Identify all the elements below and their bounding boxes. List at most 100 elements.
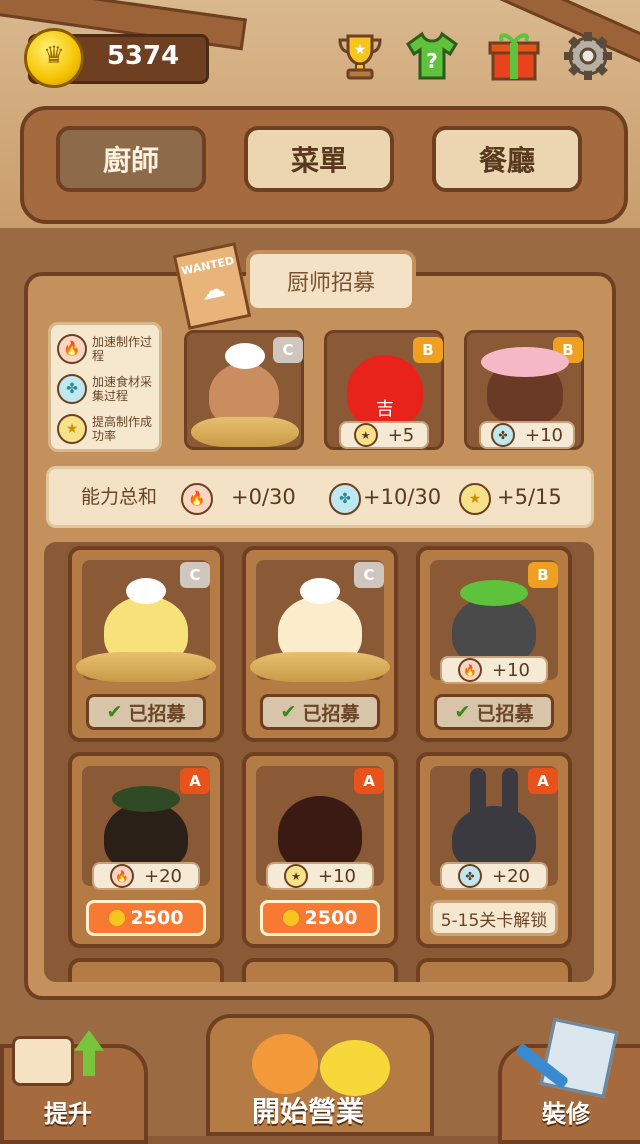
chef-card-3[interactable]: B 🔥 +10 ✔ 已招募 — [416, 546, 572, 742]
ability-fan-value: +10/30 — [363, 485, 442, 509]
bonus-tag: 🔥 +10 — [440, 656, 548, 684]
svg-text:?: ? — [426, 49, 438, 73]
coin-icon — [282, 910, 299, 926]
fan-icon: ✤ — [57, 374, 87, 404]
chef-card-2[interactable]: C ✔ 已招募 — [242, 546, 398, 742]
buy-button[interactable]: 2500 — [86, 900, 206, 936]
legend-fire-text: 加速制作过程 — [92, 335, 153, 363]
tab-menu[interactable]: 菜單 — [244, 126, 394, 192]
equipped-slot-3[interactable]: B ✤ +10 — [464, 330, 584, 450]
recruited-button[interactable]: ✔ 已招募 — [260, 694, 380, 730]
check-icon: ✔ — [280, 701, 297, 723]
legend-fan: ✤ 加速食材采集过程 — [57, 369, 161, 409]
daruma-chef-character: 吉 — [347, 355, 423, 427]
check-icon: ✔ — [106, 701, 123, 723]
tab-chef[interactable]: 廚師 — [56, 126, 206, 192]
gift-icon[interactable] — [486, 28, 542, 84]
chick-chef-yellow-icon — [320, 1040, 390, 1096]
frog-hat-icon — [460, 580, 528, 606]
fan-icon: ✤ — [458, 864, 482, 888]
equipped-slot-2[interactable]: B 吉 ★ +5 — [324, 330, 444, 450]
chef-card-4[interactable]: A 🔥 +20 2500 — [68, 752, 224, 948]
chef-hat-icon — [300, 578, 340, 604]
chef-card-1[interactable]: C ✔ 已招募 — [68, 546, 224, 742]
nest — [191, 417, 299, 447]
chef-grid[interactable]: C ✔ 已招募 C ✔ 已招募 B 🔥 +10 ✔ 已招募 A 🔥 +20 25… — [44, 542, 594, 982]
chef-card-5[interactable]: A ★ +10 2500 — [242, 752, 398, 948]
cake-icon — [12, 1036, 74, 1086]
blueprint-icon — [539, 1017, 619, 1099]
bonus-tag: ★ +5 — [339, 421, 429, 449]
buy-button[interactable]: 2500 — [260, 900, 380, 936]
star-icon: ★ — [284, 864, 308, 888]
ability-legend: 🔥 加速制作过程 ✤ 加速食材采集过程 ★ 提高制作成功率 — [48, 322, 162, 452]
recruited-label: 已招募 — [128, 702, 186, 725]
grade-badge: A — [354, 768, 384, 794]
grade-badge: B — [528, 562, 558, 588]
unlock-condition-button[interactable]: 5-15关卡解锁 — [430, 900, 558, 936]
chef-hat-icon — [225, 343, 265, 369]
equipped-slot-1[interactable]: C — [184, 330, 304, 450]
svg-text:★: ★ — [354, 42, 367, 58]
legend-star-text: 提高制作成功率 — [92, 415, 153, 443]
bonus-tag: 🔥 +20 — [92, 862, 200, 890]
ability-fire-value: +0/30 — [231, 485, 296, 509]
bunny-ear — [502, 768, 518, 818]
legend-fire: 🔥 加速制作过程 — [57, 329, 161, 369]
ability-star-value: +5/15 — [497, 485, 562, 509]
grade-badge: B — [413, 337, 443, 363]
bonus-tag: ★ +10 — [266, 862, 374, 890]
legend-fan-text: 加速食材采集过程 — [92, 375, 153, 403]
fire-icon: 🔥 — [57, 334, 87, 364]
bonus-tag: ✤ +10 — [479, 421, 575, 449]
frog-hat-icon — [112, 786, 180, 812]
nest — [250, 652, 390, 682]
bonus-value: +10 — [492, 659, 530, 681]
upgrade-button[interactable]: 提升 — [44, 1094, 92, 1129]
star-icon: ★ — [353, 423, 378, 447]
settings-gear-icon[interactable] — [560, 28, 616, 84]
shirt-question-icon[interactable]: ? — [404, 28, 460, 84]
locked-chef-silhouette — [278, 796, 362, 872]
start-business-button[interactable]: 開始營業 — [252, 1090, 364, 1130]
fire-icon: 🔥 — [458, 658, 482, 682]
trophy-icon[interactable]: ★ — [332, 28, 388, 84]
chef-card-7[interactable] — [68, 958, 224, 982]
chick-chef-orange-icon — [252, 1034, 318, 1094]
recruited-button[interactable]: ✔ 已招募 — [434, 694, 554, 730]
grade-badge: A — [528, 768, 558, 794]
ability-label: 能力总和 — [81, 486, 158, 508]
grade-badge: C — [354, 562, 384, 588]
fan-icon: ✤ — [329, 483, 361, 515]
bonus-value: +10 — [525, 424, 563, 446]
chef-card-8[interactable] — [242, 958, 398, 982]
star-icon: ★ — [459, 483, 491, 515]
bunny-ear — [470, 768, 486, 818]
grade-badge: C — [273, 337, 303, 363]
recruited-button[interactable]: ✔ 已招募 — [86, 694, 206, 730]
chef-hat-icon — [126, 578, 166, 604]
daruma-text: 吉 — [376, 399, 394, 420]
legend-star: ★ 提高制作成功率 — [57, 409, 161, 449]
recruited-label: 已招募 — [476, 702, 534, 725]
pink-hat-icon — [481, 347, 569, 377]
coin-count: 5374 — [106, 41, 180, 71]
chef-card-6[interactable]: A ✤ +20 5-15关卡解锁 — [416, 752, 572, 948]
bonus-value: +20 — [144, 865, 182, 887]
price-label: 2500 — [130, 907, 184, 929]
check-icon: ✔ — [454, 701, 471, 723]
recruit-title: 厨师招募 — [246, 250, 416, 312]
decorate-button[interactable]: 裝修 — [542, 1094, 590, 1129]
bonus-value: +10 — [318, 865, 356, 887]
recruited-label: 已招募 — [302, 702, 360, 725]
fire-icon: 🔥 — [110, 864, 134, 888]
chef-card-9[interactable] — [416, 958, 572, 982]
crown-coin-icon: ♛ — [24, 28, 84, 88]
bonus-value: +20 — [492, 865, 530, 887]
price-label: 2500 — [304, 907, 358, 929]
grade-badge: A — [180, 768, 210, 794]
nest — [76, 652, 216, 682]
tab-restaurant[interactable]: 餐廳 — [432, 126, 582, 192]
ability-summary: 能力总和 🔥 +0/30 ✤ +10/30 ★ +5/15 — [46, 466, 594, 528]
fan-icon: ✤ — [491, 423, 515, 447]
